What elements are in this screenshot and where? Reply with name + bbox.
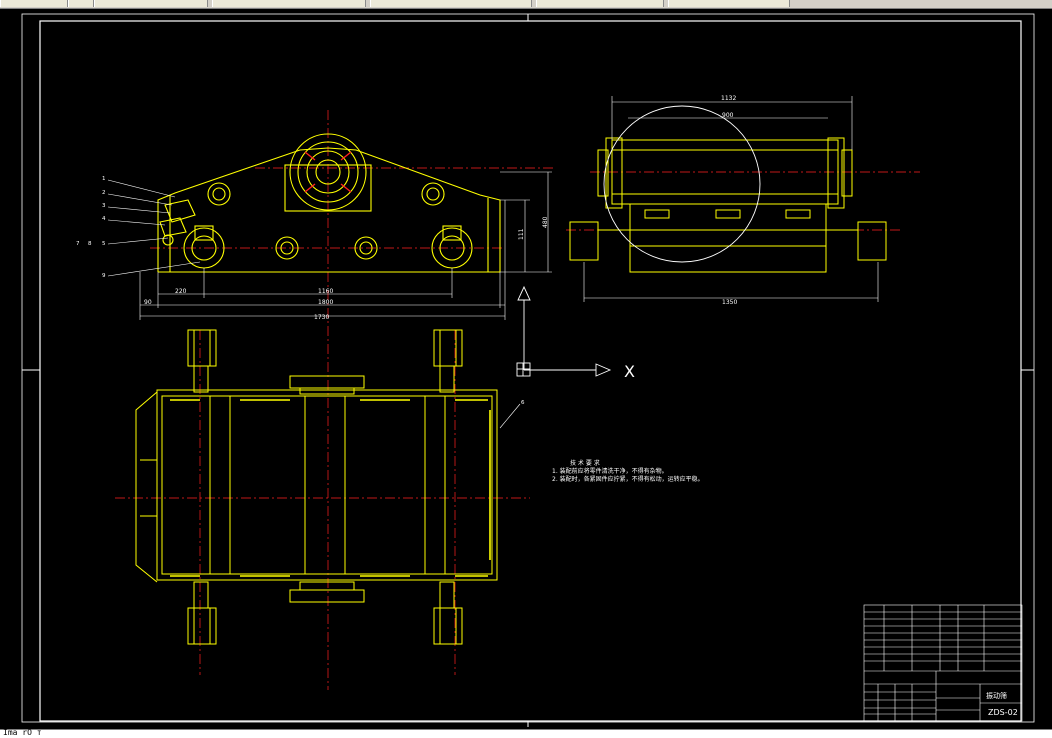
layer-dropdown[interactable]	[212, 0, 366, 7]
dim-inner-length: 1800	[318, 299, 333, 306]
dim-inner-width: 900	[722, 112, 734, 119]
part-label: 6	[521, 400, 525, 406]
toolbar-icon-button[interactable]	[68, 0, 94, 7]
part-label: 9	[102, 273, 106, 279]
lineweight-dropdown[interactable]	[536, 0, 664, 7]
notes-line-1: 1. 装配前应将零件清洗干净，不得有杂物。	[552, 467, 668, 475]
part-label: 4	[102, 216, 106, 222]
dim-height-partial: 111	[518, 228, 525, 240]
part-label: 2	[102, 190, 106, 196]
part-label: 8	[88, 241, 92, 247]
plotstyle-dropdown[interactable]	[668, 0, 790, 7]
dim-base-width: 1350	[722, 299, 737, 306]
part-label: 5	[102, 241, 106, 247]
dim-left-offset: 220	[175, 288, 187, 295]
ucs-x-label: X	[624, 362, 635, 381]
dim-edge-offset: 90	[144, 299, 152, 306]
linetype-dropdown[interactable]	[370, 0, 532, 7]
part-label: 1	[102, 176, 106, 182]
drawing-number: ZDS-02	[988, 708, 1018, 717]
notes-line-2: 2. 装配时，各紧固件应拧紧，不得有松动，运转应平稳。	[552, 475, 704, 483]
dim-center-span: 1160	[318, 288, 333, 295]
toolbar-segment[interactable]	[0, 0, 68, 7]
part-label: 7	[76, 241, 80, 247]
notes-title: 技 术 要 求	[570, 459, 600, 467]
dim-top-width: 1132	[721, 95, 736, 102]
drawing-canvas[interactable]: 1730 1800 1160 220 90 480 111 1 2 3 4 5 …	[0, 9, 1052, 729]
toolbar-segment[interactable]	[94, 0, 208, 7]
dim-overall-length: 1730	[314, 314, 329, 321]
dim-height-total: 480	[542, 216, 549, 228]
application-toolbar	[0, 0, 1052, 9]
drawing-name: 振动筛	[986, 691, 1007, 700]
part-label: 3	[102, 203, 106, 209]
